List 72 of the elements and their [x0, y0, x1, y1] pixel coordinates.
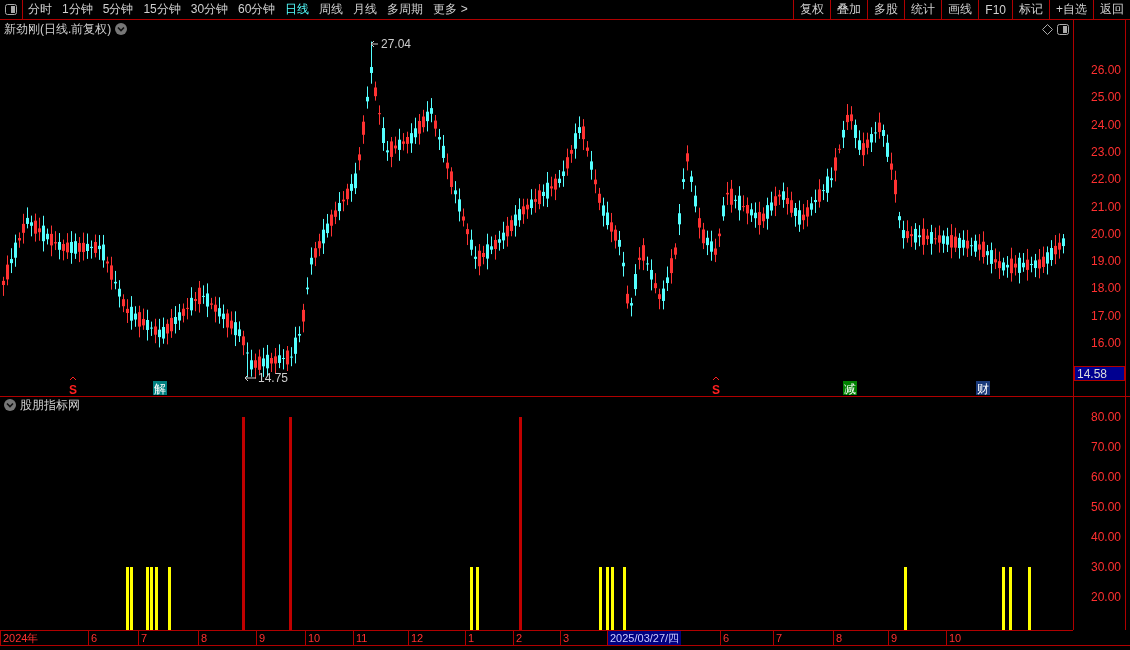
date-label: 1 [465, 631, 477, 645]
axis-label: 60.00 [1090, 470, 1121, 484]
date-label: 10 [305, 631, 323, 645]
period-tab[interactable]: 日线 [280, 0, 315, 19]
toolbar-button[interactable]: +自选 [1049, 0, 1093, 19]
high-arrow-icon [370, 40, 379, 48]
low-arrow-icon [244, 374, 257, 382]
event-marker: 财 [976, 381, 990, 396]
toolbar-button[interactable]: 复权 [793, 0, 831, 19]
date-label: 6 [88, 631, 100, 645]
axis-label: 70.00 [1090, 440, 1121, 454]
period-tab[interactable]: 15分钟 [138, 0, 186, 19]
axis-label: 40.00 [1090, 530, 1121, 544]
collapse-icon[interactable] [4, 399, 16, 411]
axis-label: 50.00 [1090, 500, 1121, 514]
toolbar-button[interactable]: 统计 [904, 0, 942, 19]
indicator-title: 股朋指标网 [20, 396, 80, 414]
period-tab[interactable]: 60分钟 [233, 0, 281, 19]
period-tab[interactable]: 多周期 [382, 0, 429, 19]
toolbar-button[interactable]: 画线 [941, 0, 979, 19]
axis-label: 20.00 [1090, 590, 1121, 604]
date-label: 9 [256, 631, 268, 645]
high-price-label: 27.04 [381, 38, 412, 51]
axis-label: 20.00 [1090, 226, 1121, 241]
axis-label: 30.00 [1090, 560, 1121, 574]
date-label: 7 [773, 631, 785, 645]
period-tab[interactable]: 更多 > [428, 0, 473, 19]
period-tab[interactable]: 月线 [348, 0, 383, 19]
period-tab[interactable]: 5分钟 [97, 0, 139, 19]
date-label: 9 [888, 631, 900, 645]
toolbar-button[interactable]: F10 [978, 0, 1012, 19]
axis-label: 22.00 [1090, 172, 1121, 187]
axis-label: 17.00 [1090, 308, 1121, 323]
toolbar-button[interactable]: 叠加 [830, 0, 868, 19]
toolbar-button[interactable]: 标记 [1012, 0, 1049, 19]
date-label: 8 [198, 631, 210, 645]
axis-label: 23.00 [1090, 144, 1121, 159]
axis-label: 26.00 [1090, 63, 1121, 77]
period-tab[interactable]: 分时 [23, 0, 57, 19]
axis-label: 21.00 [1090, 199, 1121, 214]
period-tab[interactable]: 30分钟 [185, 0, 234, 19]
signal-marker: S [712, 383, 720, 396]
axis-label: 80.00 [1090, 410, 1121, 424]
date-label: 7 [138, 631, 150, 645]
toolbar-button[interactable]: 多股 [867, 0, 905, 19]
panel-toggle-icon[interactable] [1057, 23, 1069, 35]
panel-toggle-icon[interactable] [5, 4, 17, 15]
date-label: 6 [720, 631, 732, 645]
axis-label: 16.00 [1090, 336, 1121, 350]
period-tab[interactable]: 1分钟 [57, 0, 98, 19]
date-label: 10 [946, 631, 964, 645]
date-label: 2025/03/27/四 [607, 631, 682, 645]
axis-label: 25.00 [1090, 90, 1121, 105]
diamond-icon[interactable] [1042, 23, 1053, 35]
date-label: 11 [353, 631, 370, 645]
period-tab[interactable]: 周线 [314, 0, 349, 19]
date-label: 2 [513, 631, 525, 645]
current-price-label: 14.58 [1074, 366, 1125, 381]
date-label: 8 [833, 631, 845, 645]
axis-label: 24.00 [1090, 117, 1121, 132]
axis-label: 18.00 [1090, 281, 1121, 296]
low-price-label: 14.75 [258, 371, 289, 385]
event-marker: 减 [843, 381, 857, 396]
event-marker: 解 [153, 381, 167, 396]
date-label: 12 [408, 631, 426, 645]
axis-label: 19.00 [1090, 254, 1121, 269]
signal-marker: S [69, 383, 77, 396]
chart-title: 新劲刚(日线.前复权) [4, 20, 112, 38]
date-label: 2024年 [0, 631, 41, 645]
date-label: 3 [560, 631, 572, 645]
toolbar-button[interactable]: 返回 [1093, 0, 1130, 19]
dropdown-icon[interactable] [115, 23, 128, 35]
